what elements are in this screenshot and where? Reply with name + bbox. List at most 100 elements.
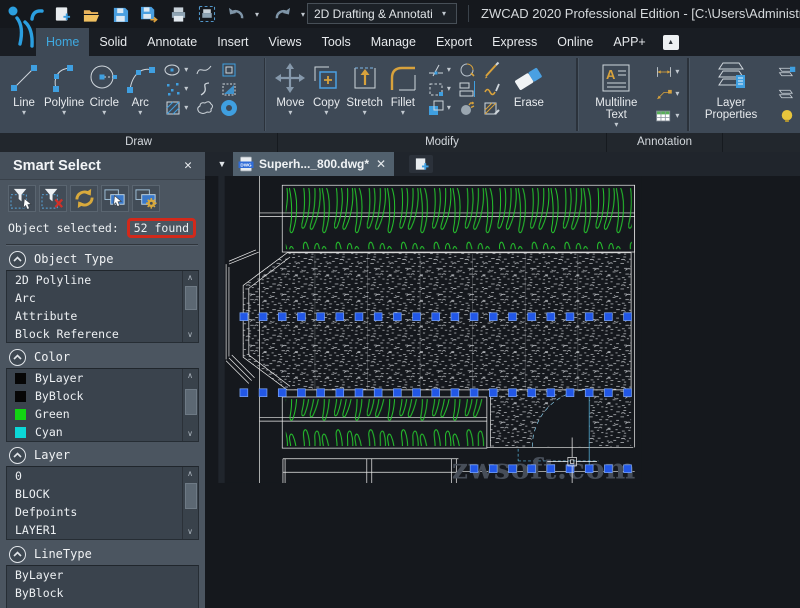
scroll-up-icon[interactable] — [183, 468, 197, 480]
move-button[interactable]: Move — [274, 59, 306, 117]
revcloud-edit-icon[interactable] — [458, 61, 476, 79]
revision-cloud-icon[interactable] — [195, 99, 213, 117]
leader-icon[interactable] — [655, 85, 673, 103]
list-item[interactable]: ByLayer — [7, 566, 198, 584]
fillet-button[interactable]: Fillet — [387, 59, 419, 117]
tab-solid[interactable]: Solid — [89, 28, 137, 56]
collapse-chevron-icon[interactable] — [9, 546, 26, 563]
tab-export[interactable]: Export — [426, 28, 482, 56]
polyline-caret-icon[interactable] — [62, 109, 66, 117]
ribbon-collapse-icon[interactable] — [663, 35, 679, 50]
drawing-canvas[interactable]: zwsoft.com — [205, 176, 800, 608]
layer-state-icon[interactable] — [778, 63, 796, 81]
ellipse-icon[interactable] — [164, 61, 182, 79]
multiline-text-button[interactable]: A Multiline Text — [587, 59, 645, 129]
close-icon[interactable] — [177, 158, 199, 173]
circle-caret-icon[interactable] — [102, 109, 106, 117]
align-icon[interactable] — [458, 80, 476, 98]
points-icon[interactable] — [164, 80, 182, 98]
scroll-down-icon[interactable] — [183, 428, 197, 440]
ellipse-caret-icon[interactable] — [184, 66, 188, 74]
tab-annotate[interactable]: Annotate — [137, 28, 207, 56]
tab-tools[interactable]: Tools — [312, 28, 361, 56]
list-item[interactable]: LAYER1 — [7, 521, 198, 539]
tab-express[interactable]: Express — [482, 28, 547, 56]
scroll-down-icon[interactable] — [183, 526, 197, 538]
list-item[interactable]: Green — [7, 405, 198, 423]
save-icon[interactable] — [110, 4, 130, 24]
list-item[interactable]: Attribute — [7, 307, 198, 325]
tab-insert[interactable]: Insert — [207, 28, 258, 56]
hatch-icon[interactable] — [164, 99, 182, 117]
line-caret-icon[interactable] — [22, 109, 26, 117]
points-caret-icon[interactable] — [184, 85, 188, 93]
list-item[interactable]: Arc — [7, 289, 198, 307]
line-button[interactable]: Line — [8, 59, 40, 117]
save-as-icon[interactable] — [139, 4, 159, 24]
offset-icon[interactable] — [427, 99, 445, 117]
edit-polyline-icon[interactable] — [483, 80, 501, 98]
scrollbar[interactable] — [182, 369, 198, 441]
offset-caret-icon[interactable] — [447, 104, 451, 112]
collapse-chevron-icon[interactable] — [9, 447, 26, 464]
open-folder-icon[interactable] — [81, 4, 101, 24]
list-item[interactable]: 0 — [7, 467, 198, 485]
quick-select-button[interactable] — [101, 185, 129, 212]
multiline-text-caret-icon[interactable] — [614, 121, 618, 129]
doc-list-dropdown-icon[interactable] — [213, 156, 231, 172]
leader-caret-icon[interactable] — [675, 90, 679, 98]
table-icon[interactable] — [655, 107, 673, 125]
move-caret-icon[interactable] — [288, 109, 292, 117]
clear-filter-button[interactable] — [39, 185, 67, 212]
erase-button[interactable]: Erase — [511, 59, 547, 109]
select-settings-button[interactable] — [132, 185, 160, 212]
print-preview-icon[interactable] — [197, 4, 217, 24]
arc-caret-icon[interactable] — [138, 109, 142, 117]
scroll-up-icon[interactable] — [183, 370, 197, 382]
list-item[interactable]: Defpoints — [7, 503, 198, 521]
scale-caret-icon[interactable] — [447, 85, 451, 93]
fillet-caret-icon[interactable] — [401, 109, 405, 117]
copy-button[interactable]: Copy — [310, 59, 342, 117]
arc-button[interactable]: Arc — [124, 59, 156, 117]
spline-icon[interactable] — [195, 61, 213, 79]
document-tab[interactable]: DWG Superh..._800.dwg* — [233, 152, 394, 176]
list-item[interactable]: ByBlock — [7, 584, 198, 602]
refresh-button[interactable] — [70, 185, 98, 212]
tab-views[interactable]: Views — [258, 28, 311, 56]
break-icon[interactable] — [427, 61, 445, 79]
circle-button[interactable]: Circle — [88, 59, 120, 117]
stretch-caret-icon[interactable] — [363, 109, 367, 117]
new-document-button[interactable] — [409, 155, 433, 173]
tab-manage[interactable]: Manage — [361, 28, 426, 56]
undo-dropdown-icon[interactable] — [255, 10, 263, 19]
list-item[interactable]: 2D Polyline — [7, 271, 198, 289]
donut-icon[interactable] — [220, 99, 238, 117]
hatch-edit-icon[interactable] — [483, 99, 501, 117]
list-item[interactable]: Block Reference — [7, 325, 198, 343]
workspace-dropdown[interactable]: 2D Drafting & Annotati — [307, 3, 457, 24]
dimension-icon[interactable] — [655, 63, 673, 81]
collapse-chevron-icon[interactable] — [9, 251, 26, 268]
region-icon[interactable] — [220, 61, 238, 79]
polyline-button[interactable]: Polyline — [44, 59, 84, 117]
scroll-down-icon[interactable] — [183, 329, 197, 341]
print-icon[interactable] — [168, 4, 188, 24]
tab-app-plus[interactable]: APP+ — [603, 28, 655, 56]
list-item[interactable]: ByLayer — [7, 369, 198, 387]
wipeout-icon[interactable] — [220, 80, 238, 98]
explode-icon[interactable] — [458, 99, 476, 117]
light-bulb-icon[interactable] — [778, 107, 796, 125]
scrollbar[interactable] — [182, 467, 198, 539]
scale-icon[interactable] — [427, 80, 445, 98]
break-caret-icon[interactable] — [447, 66, 451, 74]
list-item[interactable]: ByBlock — [7, 387, 198, 405]
close-tab-icon[interactable] — [376, 157, 386, 171]
layer-tools-icon[interactable] — [778, 85, 796, 103]
tab-online[interactable]: Online — [547, 28, 603, 56]
hatch-caret-icon[interactable] — [184, 104, 188, 112]
collapse-chevron-icon[interactable] — [9, 349, 26, 366]
scroll-up-icon[interactable] — [183, 272, 197, 284]
chamfer-icon[interactable] — [483, 61, 501, 79]
select-filter-button[interactable] — [8, 185, 36, 212]
